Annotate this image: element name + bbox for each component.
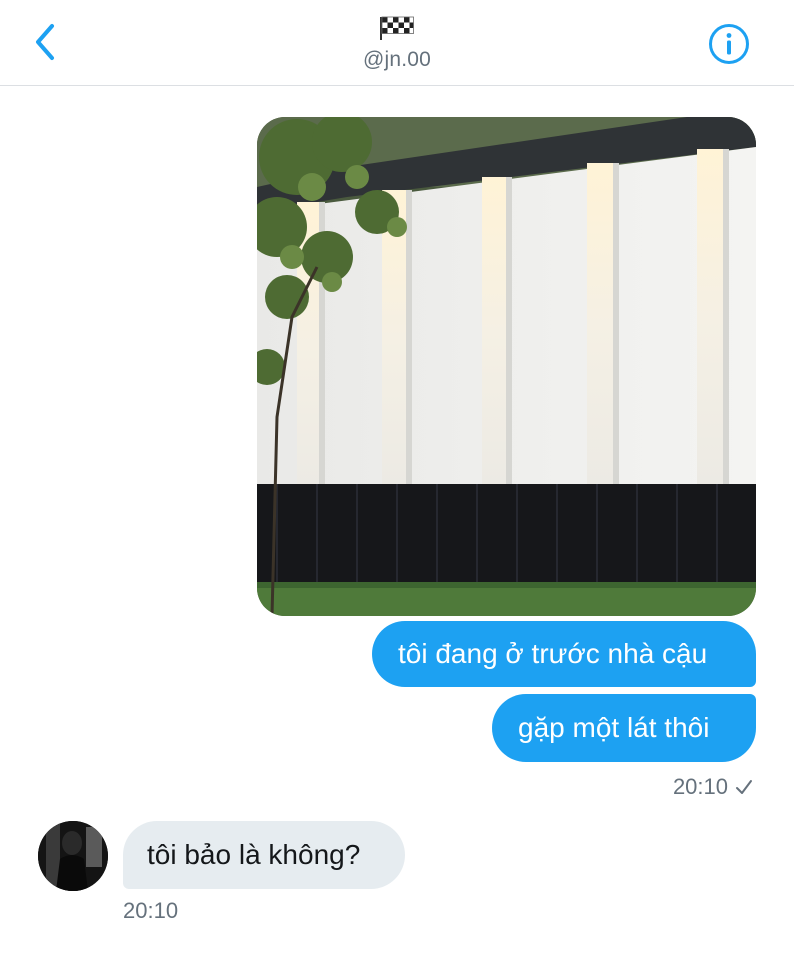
message-timestamp: 20:10 — [123, 898, 179, 923]
avatar-image — [38, 821, 108, 891]
incoming-message-bubble[interactable]: tôi bảo là không? — [123, 821, 405, 889]
message-timestamp: 20:10 — [672, 774, 728, 799]
message-text: tôi đang ở trước nhà cậu — [398, 638, 708, 669]
photo-message[interactable] — [257, 117, 756, 616]
message-text: tôi bảo là không? — [147, 839, 361, 870]
checkmark-icon — [736, 780, 752, 794]
outgoing-message-meta: 20:10 — [640, 772, 754, 802]
house-wall-photo — [257, 117, 756, 616]
info-icon — [709, 24, 749, 64]
outgoing-message-bubble[interactable]: gặp một lát thôi — [492, 694, 756, 762]
conversation-handle[interactable]: @jn.00 — [0, 48, 794, 72]
outgoing-message-bubble[interactable]: tôi đang ở trước nhà cậu — [372, 621, 756, 687]
checkered-flag-icon — [380, 16, 414, 40]
info-button[interactable] — [707, 22, 751, 66]
conversation-header: @jn.00 — [0, 0, 794, 86]
message-text: gặp một lát thôi — [518, 712, 710, 743]
avatar[interactable] — [38, 821, 108, 891]
